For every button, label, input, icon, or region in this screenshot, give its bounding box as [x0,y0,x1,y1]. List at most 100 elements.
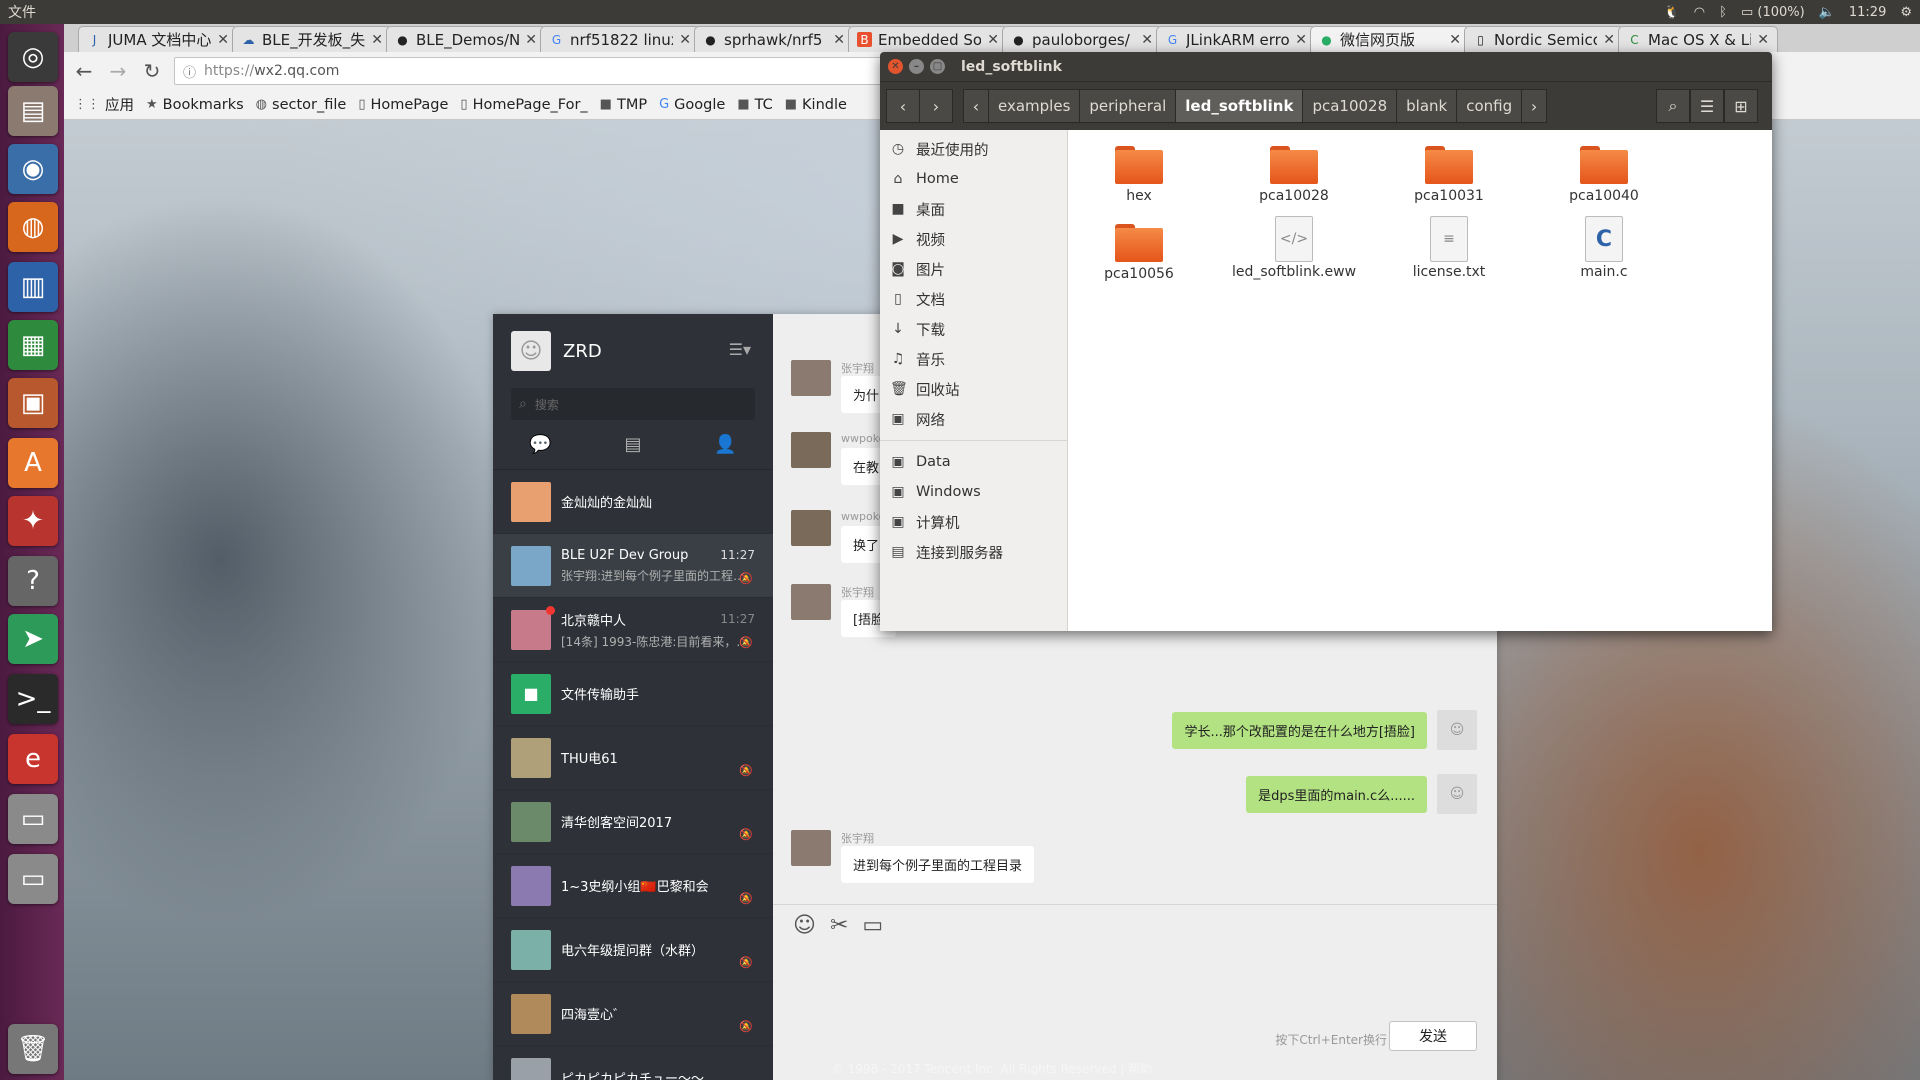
sender-avatar[interactable] [791,510,831,546]
close-tab-icon[interactable]: ✕ [217,32,229,48]
drive-icon[interactable]: ▭ [8,794,58,844]
message-composer[interactable]: ☺ ✂ ▭ 按下Ctrl+Enter换行 发送 [773,904,1497,1080]
address-bar[interactable]: ⓘ https://wx2.qq.com [174,57,974,85]
calc-icon[interactable]: ▦ [8,320,58,370]
breadcrumb-item-current[interactable]: led_softblink [1175,89,1304,123]
close-tab-icon[interactable]: ✕ [525,32,537,48]
close-tab-icon[interactable]: ✕ [987,32,999,48]
browser-tab[interactable]: CMac OS X & Lin✕ [1618,26,1778,52]
place-trash[interactable]: 🗑 回收站 [880,374,1067,404]
clock[interactable]: 11:29 [1849,5,1886,20]
connect-to-server[interactable]: ▤ 连接到服务器 [880,537,1067,567]
bookmark-item[interactable]: ■ TMP [600,97,647,113]
close-tab-icon[interactable]: ✕ [679,32,691,48]
file-item-folder[interactable]: pca10031 [1379,144,1519,204]
close-tab-icon[interactable]: ✕ [1449,32,1461,48]
trash-icon[interactable]: 🗑 [8,1024,58,1074]
conversation-item[interactable]: 北京赣中人[14条] 1993-陈忠港:目前看来，大家都 11:27 🔕 [493,598,773,662]
telegram-icon[interactable]: ➤ [8,614,58,664]
help-icon[interactable]: ? [8,556,58,606]
conversation-item[interactable]: 四海壹心゛ 🔕 [493,982,773,1046]
battery-indicator[interactable]: ▭ (100%) [1741,5,1805,20]
bookmark-item[interactable]: ▯ HomePage [358,97,448,113]
browser-tab[interactable]: Gnrf51822 linux ✕ [540,26,700,52]
place-desktop[interactable]: ■ 桌面 [880,194,1067,224]
device-windows[interactable]: ▣ Windows [880,477,1067,507]
conversation-item[interactable]: THU电61 🔕 [493,726,773,790]
list-view-icon[interactable]: ☰ [1690,89,1724,123]
folder-icon[interactable]: ▭ [862,913,883,938]
files-icon[interactable]: ▤ [8,86,58,136]
file-item-c[interactable]: C main.c [1534,216,1674,280]
linux-icon[interactable]: 🐧 [1664,5,1680,20]
bookmark-item[interactable]: ⋮⋮ 应用 [74,94,134,115]
pdf-icon[interactable]: e [8,734,58,784]
contacts-tab-icon[interactable]: 👤 [714,434,736,455]
file-item-text[interactable]: ≡ license.txt [1379,216,1519,280]
close-tab-icon[interactable]: ✕ [1757,32,1769,48]
file-item-folder[interactable]: hex [1069,144,1209,204]
conversation-item[interactable]: ■ 文件传输助手 [493,662,773,726]
forward-arrow-icon[interactable]: → [106,59,130,83]
writer-icon[interactable]: ▥ [8,262,58,312]
close-tab-icon[interactable]: ✕ [1603,32,1615,48]
device-data[interactable]: ▣ Data [880,447,1067,477]
conversation-item[interactable]: 电六年级提问群（水群） 🔕 [493,918,773,982]
browser-tab[interactable]: ☁ BLE_开发板_失 ✕ [232,26,392,52]
screenshot-scissors-icon[interactable]: ✂ [830,913,848,938]
conversation-item[interactable]: 清华创客空间2017 🔕 [493,790,773,854]
path-scroll-left-icon[interactable]: ‹ [963,89,989,123]
maximize-window-icon[interactable]: □ [930,59,945,74]
browser-tab[interactable]: J JUMA 文档中心 ✕ [78,26,238,52]
back-arrow-icon[interactable]: ← [72,59,96,83]
device-computer[interactable]: ▣ 计算机 [880,507,1067,537]
bookmark-item[interactable]: ■ TC [737,97,772,113]
menu-icon[interactable]: ☰▾ [729,340,751,359]
bluetooth-icon[interactable]: ᛒ [1719,5,1727,20]
settings-icon[interactable]: ✦ [8,496,58,546]
breadcrumb-item[interactable]: blank [1396,89,1458,123]
place-pictures[interactable]: ◙ 图片 [880,254,1067,284]
file-item-code[interactable]: </> led_softblink.eww [1224,216,1364,280]
info-icon[interactable]: ⓘ [183,62,196,81]
sender-avatar[interactable] [791,830,831,866]
window-titlebar[interactable]: ✕ – □ led_softblink [880,52,1772,81]
place-videos[interactable]: ▶ 视频 [880,224,1067,254]
emoji-icon[interactable]: ☺ [793,913,816,938]
place-network[interactable]: ▣ 网络 [880,404,1067,434]
ubuntu-dash-icon[interactable]: ◎ [8,32,58,82]
place-home[interactable]: ⌂ Home [880,164,1067,194]
bookmark-item[interactable]: G Google [659,97,725,113]
browser-tab-active[interactable]: ● 微信网页版 ✕ [1310,26,1470,52]
file-item-folder[interactable]: pca10040 [1534,144,1674,204]
bookmark-item[interactable]: ▯ HomePage_For_ [460,97,587,113]
file-item-folder[interactable]: pca10056 [1069,222,1209,282]
volume-icon[interactable]: 🔈 [1819,5,1835,20]
impress-icon[interactable]: ▣ [8,378,58,428]
bookmark-item[interactable]: ★ Bookmarks [146,97,244,113]
grid-view-icon[interactable]: ⊞ [1724,89,1758,123]
browser-tab[interactable]: G JLinkARM erro ✕ [1156,26,1316,52]
breadcrumb-item[interactable]: pca10028 [1302,89,1398,123]
browser-tab[interactable]: ▯ Nordic Semico ✕ [1464,26,1624,52]
my-avatar[interactable]: ☺ [1437,710,1477,750]
browser-tab[interactable]: B Embedded So ✕ [848,26,1008,52]
software-center-icon[interactable]: A [8,438,58,488]
browser-tab[interactable]: ● sprhawk/nrf5 ✕ [694,26,854,52]
close-window-icon[interactable]: ✕ [888,59,903,74]
reload-icon[interactable]: ↻ [140,59,164,83]
file-item-folder[interactable]: pca10028 [1224,144,1364,204]
breadcrumb-item[interactable]: peripheral [1079,89,1177,123]
place-downloads[interactable]: ↓ 下载 [880,314,1067,344]
chrome-icon[interactable]: ◉ [8,144,58,194]
articles-tab-icon[interactable]: ▤ [624,434,641,455]
firefox-icon[interactable]: ◍ [8,202,58,252]
search-icon[interactable]: ⌕ [1656,89,1690,123]
close-tab-icon[interactable]: ✕ [371,32,383,48]
bookmark-item[interactable]: ■ Kindle [785,97,847,113]
forward-arrow-icon[interactable]: › [919,89,953,123]
path-scroll-right-icon[interactable]: › [1521,89,1548,123]
chat-tab-icon[interactable]: 💬 [529,434,551,455]
sender-avatar[interactable] [791,432,831,468]
browser-tab[interactable]: ● BLE_Demos/N ✕ [386,26,546,52]
